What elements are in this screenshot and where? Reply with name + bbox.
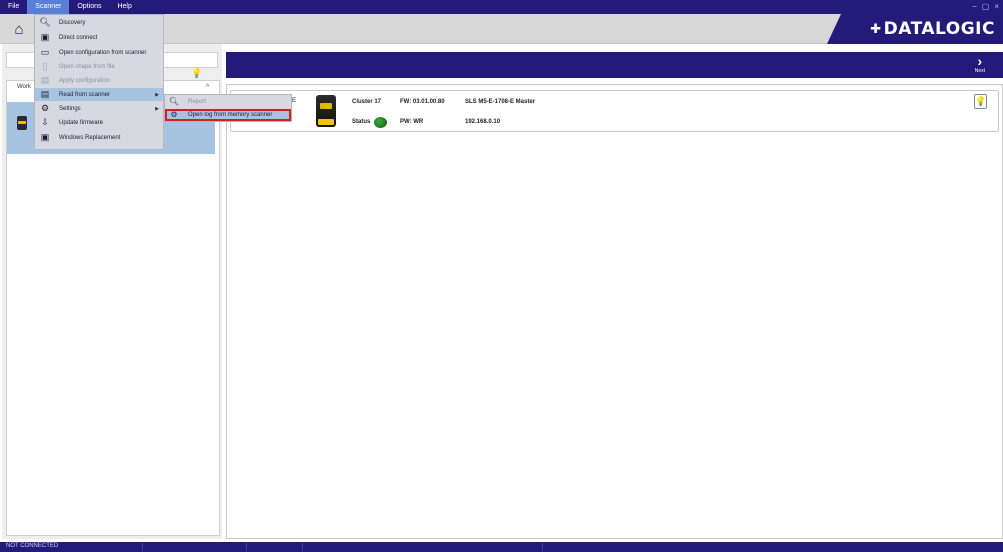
scanner-icon: ▣ <box>40 32 50 42</box>
identify-bulb-icon[interactable]: 💡 <box>974 94 987 109</box>
status-label: Status <box>352 119 371 125</box>
datalogic-logo-icon: ✚ <box>870 22 882 37</box>
status-bar: NOT CONNECTED <box>0 542 1003 552</box>
submenu-item-open-log[interactable]: ⚙ Open log from memory scanner <box>165 109 291 121</box>
menu-options[interactable]: Options <box>69 0 109 14</box>
report-icon: 🔍︎ <box>168 97 180 106</box>
menu-item-label: Direct connect <box>59 34 98 41</box>
next-button[interactable]: › Next <box>975 54 985 74</box>
navigation-bar: › Next <box>226 52 1003 78</box>
window-controls: − ▢ × <box>970 1 1001 12</box>
submenu-item-label: Open log from memory scanner <box>188 112 273 118</box>
menu-item-windows-replacement[interactable]: ▣ Windows Replacement <box>35 131 163 144</box>
menu-item-label: Update firmware <box>59 119 104 126</box>
menu-item-open-shape[interactable]: ▯ Open shape from file <box>35 60 163 73</box>
menu-item-update-firmware[interactable]: ⇩ Update firmware <box>35 116 163 129</box>
maximize-button[interactable]: ▢ <box>980 1 992 12</box>
bulb-icon[interactable]: 💡 <box>191 68 202 79</box>
log-icon: ⚙ <box>170 110 178 119</box>
close-button[interactable]: × <box>992 1 1001 12</box>
brand-logo: ✚ DATALOGIC <box>870 19 995 39</box>
menu-item-label: Settings <box>59 105 81 112</box>
menu-item-settings[interactable]: ⚙ Settings ▶ <box>35 102 163 115</box>
brand-name: DATALOGIC <box>883 19 995 39</box>
menu-item-label: Open shape from file <box>59 63 115 70</box>
work-label: Work <box>17 84 31 90</box>
apply-icon: ▤ <box>40 75 50 85</box>
settings-icon: ⚙ <box>40 103 50 113</box>
menu-item-apply-configuration[interactable]: ▤ Apply configuration <box>35 74 163 87</box>
status-divider <box>542 543 543 551</box>
status-divider <box>302 543 303 551</box>
file-icon: ▯ <box>42 61 48 71</box>
menu-help[interactable]: Help <box>109 0 139 14</box>
menu-item-open-configuration[interactable]: ▭ Open configuration from scanner <box>35 46 163 59</box>
menu-item-label: Open configuration from scanner <box>59 49 147 56</box>
search-icon: 🔍︎ <box>39 17 51 27</box>
scanner-icon <box>17 116 27 130</box>
device-model: SLS M5-E-1708-E Master <box>465 99 536 105</box>
menu-file[interactable]: File <box>0 0 27 14</box>
menu-item-read-from-scanner[interactable]: ▤ Read from scanner ▶ <box>35 88 163 101</box>
scanner-image <box>316 95 336 127</box>
read-from-scanner-submenu: 🔍︎ Report ⚙ Open log from memory scanner <box>164 94 292 122</box>
device-ip: 192.168.0.10 <box>465 119 501 125</box>
brand-bar: ✚ DATALOGIC <box>827 14 1003 44</box>
collapse-caret-icon[interactable]: ^ <box>206 84 209 91</box>
menu-item-label: Discovery <box>59 19 86 26</box>
device-password: PW: WR <box>400 119 424 125</box>
status-divider <box>142 543 143 551</box>
menu-scanner[interactable]: Scanner <box>27 0 70 14</box>
menu-item-label: Read from scanner <box>59 91 111 98</box>
menu-item-direct-connect[interactable]: ▣ Direct connect <box>35 31 163 44</box>
scanner-menu: 🔍︎ Discovery ▣ Direct connect ▭ Open con… <box>34 14 164 150</box>
status-indicator-icon <box>374 117 387 128</box>
replace-icon: ▣ <box>40 132 50 142</box>
submenu-arrow-icon: ▶ <box>155 91 159 98</box>
menu-item-label: Apply configuration <box>59 77 111 84</box>
status-divider <box>246 543 247 551</box>
device-cluster: Cluster 17 <box>352 99 382 105</box>
document-read-icon: ▤ <box>40 89 50 99</box>
menu-item-label: Windows Replacement <box>59 134 121 141</box>
next-label: Next <box>974 68 985 74</box>
chevron-right-icon: › <box>977 53 983 69</box>
window-icon: ▭ <box>40 47 50 57</box>
submenu-item-report[interactable]: 🔍︎ Report <box>165 96 291 108</box>
main-panel <box>226 84 1003 539</box>
menu-item-discovery[interactable]: 🔍︎ Discovery <box>35 16 163 29</box>
home-button[interactable]: ⌂ <box>8 18 30 40</box>
submenu-arrow-icon: ▶ <box>155 105 159 112</box>
menu-bar: File Scanner Options Help − ▢ × <box>0 0 1003 14</box>
connection-status: NOT CONNECTED <box>6 543 59 549</box>
submenu-item-label: Report <box>188 99 207 105</box>
device-card[interactable] <box>230 90 999 132</box>
home-icon: ⌂ <box>14 20 24 38</box>
firmware-icon: ⇩ <box>41 117 49 127</box>
minimize-button[interactable]: − <box>970 1 979 12</box>
device-firmware: FW: 03.01.00.80 <box>400 99 445 105</box>
